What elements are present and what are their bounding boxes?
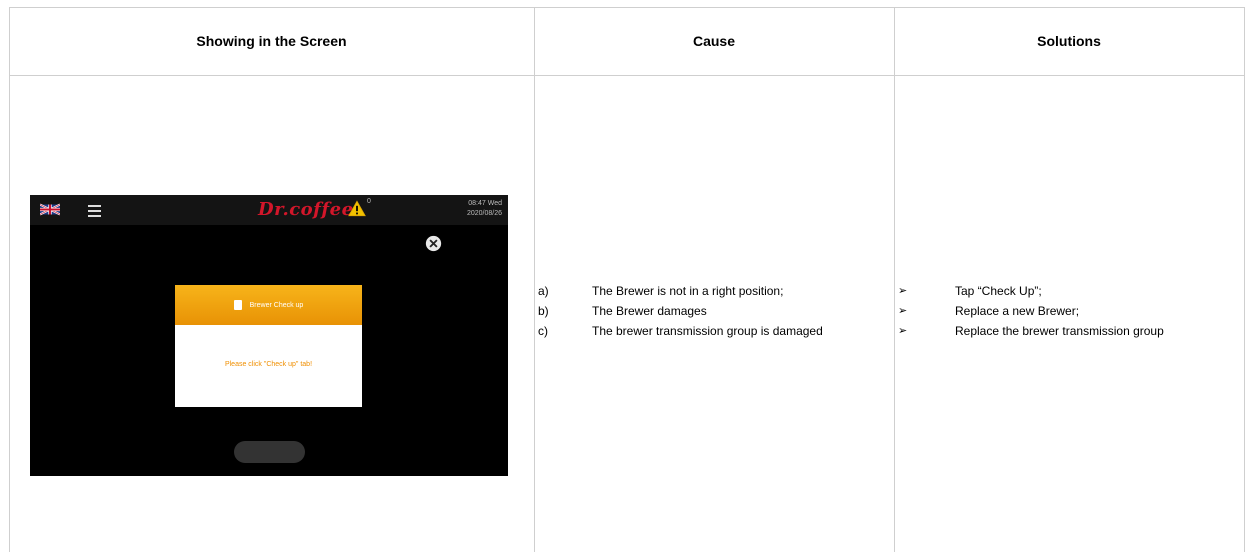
document-icon (233, 300, 242, 310)
header-divider (9, 75, 1245, 76)
column-divider-2 (894, 7, 895, 552)
check-up-button[interactable] (234, 441, 305, 463)
device-top-bar: Dr.coffee 0 08:47 Wed 2020/08/26 (30, 195, 508, 225)
device-screen-image: Dr.coffee 0 08:47 Wed 2020/08/26 Brewer … (30, 195, 508, 476)
column-divider-1 (534, 7, 535, 552)
cause-text: The brewer transmission group is damaged (592, 324, 823, 338)
close-icon[interactable] (425, 235, 442, 252)
clock: 08:47 Wed 2020/08/26 (467, 199, 502, 219)
table-border-right (1244, 7, 1245, 552)
cause-marker: a) (538, 284, 549, 298)
header-cause: Cause (692, 33, 736, 49)
hamburger-menu-icon[interactable] (88, 205, 101, 220)
dialog-title: Brewer Check up (249, 301, 304, 309)
warning-count: 0 (367, 198, 371, 205)
clock-date: 2020/08/26 (466, 210, 502, 217)
cause-text: The Brewer damages (592, 304, 707, 318)
arrow-bullet-icon: ➢ (898, 324, 908, 337)
dialog-message: Please click "Check up" tab! (224, 361, 313, 368)
arrow-bullet-icon: ➢ (898, 284, 908, 297)
uk-flag-icon (40, 203, 60, 216)
brewer-check-dialog: Brewer Check up Please click "Check up" … (175, 285, 362, 407)
cause-marker: c) (538, 324, 548, 338)
header-screen: Showing in the Screen (196, 33, 347, 49)
cause-text: The Brewer is not in a right position; (592, 284, 784, 298)
solution-text: Replace the brewer transmission group (955, 324, 1164, 338)
brand-logo: Dr.coffee (258, 199, 354, 220)
warning-icon[interactable] (348, 200, 366, 217)
table-border-left (9, 7, 10, 552)
clock-time: 08:47 Wed (468, 200, 502, 207)
arrow-bullet-icon: ➢ (898, 304, 908, 317)
solution-text: Tap “Check Up”; (955, 284, 1042, 298)
solution-text: Replace a new Brewer; (955, 304, 1080, 318)
cause-marker: b) (538, 304, 549, 318)
dialog-header: Brewer Check up (175, 285, 362, 325)
header-solutions: Solutions (1037, 33, 1101, 49)
